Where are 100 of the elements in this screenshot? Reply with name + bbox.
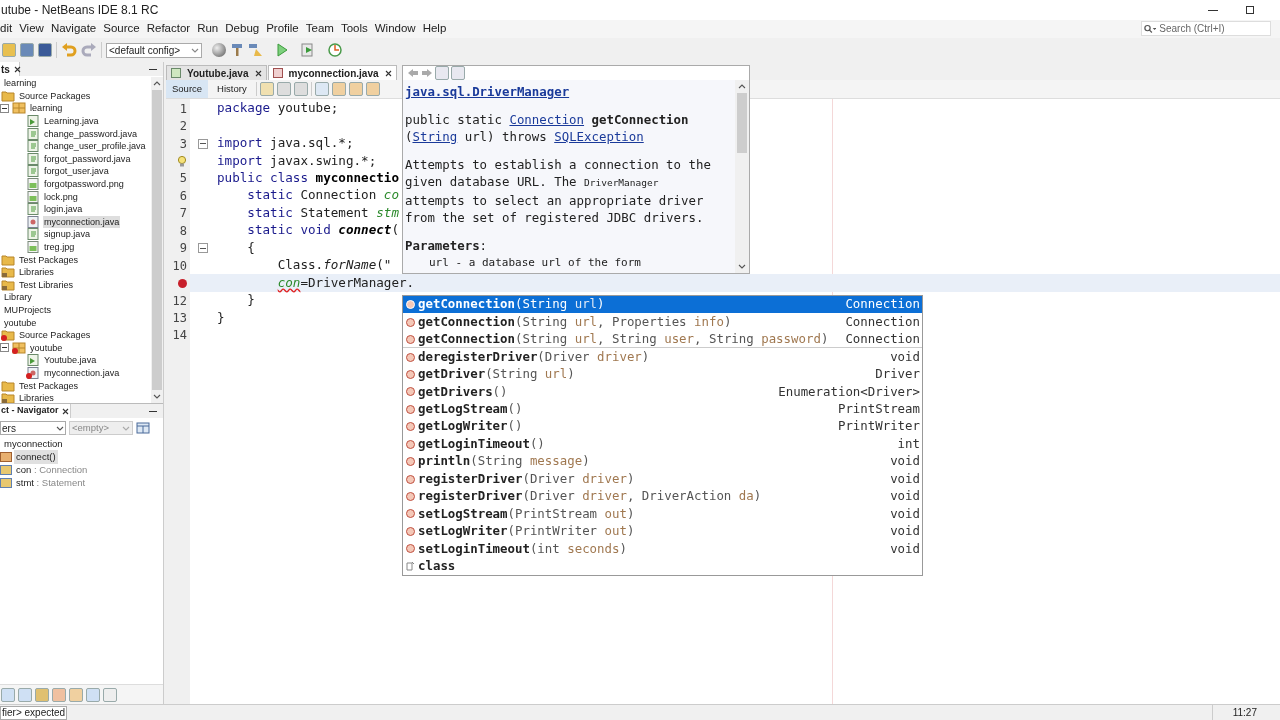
tree-item[interactable]: Libraries <box>18 392 55 403</box>
completion-item[interactable]: class <box>403 557 922 575</box>
tree-item[interactable]: Source Packages <box>18 329 92 342</box>
scrollbar-thumb[interactable] <box>152 90 162 390</box>
completion-item[interactable]: setLoginTimeout(int seconds) void <box>403 540 922 558</box>
completion-item[interactable]: setLogStream(PrintStream out) void <box>403 505 922 523</box>
tree-item[interactable]: change_user_profile.java <box>43 140 147 153</box>
completion-item[interactable]: deregisterDriver(Driver driver) void <box>403 348 922 366</box>
completion-item[interactable]: println(String message) void <box>403 452 922 471</box>
menu-item[interactable]: Debug <box>221 20 263 38</box>
navigator-item[interactable]: stmt : Statement <box>14 475 88 490</box>
forward-arrow-icon[interactable] <box>421 68 433 78</box>
completion-item[interactable]: setLogWriter(PrintWriter out) void <box>403 522 922 541</box>
collapse-toggle-icon[interactable] <box>0 104 9 113</box>
tree-item[interactable]: youtube <box>29 341 64 354</box>
tree-item[interactable]: youtube <box>3 316 38 329</box>
error-icon[interactable] <box>178 278 187 288</box>
completion-item[interactable]: getLogWriter() PrintWriter <box>403 418 922 436</box>
tree-item[interactable]: forgotpassword.png <box>43 178 125 191</box>
close-icon[interactable] <box>61 407 69 415</box>
navigator-item[interactable]: myconnection <box>2 437 65 452</box>
menu-item[interactable]: Refactor <box>143 20 194 38</box>
menu-item[interactable]: Profile <box>262 20 303 38</box>
search-field[interactable]: Search (Ctrl+I) <box>1141 21 1271 36</box>
menu-item[interactable]: View <box>15 20 48 38</box>
menu-item[interactable]: Run <box>193 20 222 38</box>
tree-item[interactable]: Libraries <box>18 266 55 279</box>
undo-icon[interactable] <box>61 43 77 57</box>
tree-item[interactable]: myconnection.java <box>43 215 121 228</box>
completion-item[interactable]: getConnection(String url, String user, String password) Connection <box>403 330 922 349</box>
tree-item[interactable]: learning <box>29 102 64 115</box>
menu-item[interactable]: Tools <box>337 20 372 38</box>
tree-item[interactable]: Learning.java <box>43 115 100 128</box>
tree-item[interactable]: change_password.java <box>43 127 139 140</box>
restore-icon[interactable] <box>1246 6 1254 14</box>
menu-item[interactable]: Window <box>371 20 420 38</box>
config-dropdown[interactable]: <default config> <box>106 42 202 58</box>
doc-title-link[interactable]: java.sql.DriverManager <box>405 84 570 99</box>
scroll-down-icon[interactable] <box>153 393 161 400</box>
tree-item[interactable]: lock.png <box>43 190 79 203</box>
redo-icon[interactable] <box>81 43 97 57</box>
view-tab[interactable]: History <box>211 80 253 98</box>
globe-icon[interactable] <box>212 43 226 57</box>
completion-item[interactable]: getDriver(String url) Driver <box>403 365 922 384</box>
scrollbar[interactable] <box>735 80 749 273</box>
close-icon[interactable] <box>13 65 21 73</box>
tree-item[interactable]: treg.jpg <box>43 241 76 253</box>
editor-tab[interactable]: Youtube.java <box>166 65 267 80</box>
tree-item[interactable]: myconnection.java <box>43 366 121 379</box>
minimize-panel-icon[interactable] <box>149 68 157 70</box>
navigator-item[interactable]: connect() <box>14 450 58 465</box>
menu-item[interactable]: Source <box>99 20 144 38</box>
clean-build-icon[interactable] <box>248 43 264 57</box>
navigator-item[interactable]: con : Connection <box>14 462 90 478</box>
navigator-tab[interactable]: ct - Navigator <box>0 404 71 418</box>
scroll-down-icon[interactable] <box>738 263 746 270</box>
tree-item[interactable]: signup.java <box>43 228 91 241</box>
completion-item[interactable]: getLogStream() PrintStream <box>403 400 922 419</box>
hammer-icon[interactable] <box>230 43 244 57</box>
tree-item[interactable]: MUProjects <box>3 304 52 316</box>
menu-item[interactable]: Navigate <box>47 20 100 38</box>
scroll-up-icon[interactable] <box>153 80 161 87</box>
close-icon[interactable] <box>384 69 392 77</box>
view-icon[interactable] <box>136 422 150 434</box>
completion-item[interactable]: registerDriver(Driver driver, DriverAction da) void <box>403 487 922 506</box>
lightbulb-icon[interactable] <box>177 155 187 167</box>
fold-toggle-icon[interactable] <box>198 243 208 254</box>
minimize-icon[interactable] <box>1208 9 1218 11</box>
menu-item[interactable]: Help <box>419 20 450 38</box>
completion-item[interactable]: getConnection(String url, Properties info) Connection <box>403 313 922 331</box>
tree-item[interactable]: Youtube.java <box>43 354 98 367</box>
scrollbar[interactable] <box>151 77 163 403</box>
menu-item[interactable]: dit <box>0 20 16 38</box>
completion-item[interactable]: registerDriver(Driver driver) void <box>403 470 922 488</box>
tree-item[interactable]: Test Packages <box>18 379 80 392</box>
tree-item[interactable]: Test Packages <box>18 253 80 266</box>
editor-tab[interactable]: myconnection.java <box>267 65 397 80</box>
back-arrow-icon[interactable] <box>407 68 419 78</box>
view-tab[interactable]: Source <box>166 80 209 98</box>
tree-item[interactable]: Test Libraries <box>18 278 75 291</box>
tree-item[interactable]: learning <box>3 77 38 90</box>
filter-dropdown[interactable]: ers <box>0 421 66 435</box>
tree-item[interactable]: Source Packages <box>18 89 92 102</box>
tree-item[interactable]: forgot_password.java <box>43 152 132 165</box>
fold-toggle-icon[interactable] <box>198 138 208 149</box>
debug-icon[interactable] <box>300 43 316 57</box>
tree-item[interactable]: Library <box>3 291 33 304</box>
scroll-up-icon[interactable] <box>738 83 746 90</box>
run-icon[interactable] <box>276 43 288 57</box>
profile-icon[interactable] <box>328 43 342 57</box>
tree-item[interactable]: forgot_user.java <box>43 165 110 178</box>
menu-item[interactable]: Team <box>302 20 338 38</box>
minimize-panel-icon[interactable] <box>149 410 157 412</box>
completion-item[interactable]: getDrivers() Enumeration<Driver> <box>403 383 922 401</box>
completion-item[interactable]: getConnection(String url) Connection <box>403 296 922 314</box>
tree-item[interactable]: login.java <box>43 203 84 216</box>
close-icon[interactable] <box>254 69 262 77</box>
collapse-toggle-icon[interactable] <box>0 343 9 353</box>
scrollbar-thumb[interactable] <box>737 93 747 153</box>
completion-item[interactable]: getLoginTimeout() int <box>403 435 922 453</box>
